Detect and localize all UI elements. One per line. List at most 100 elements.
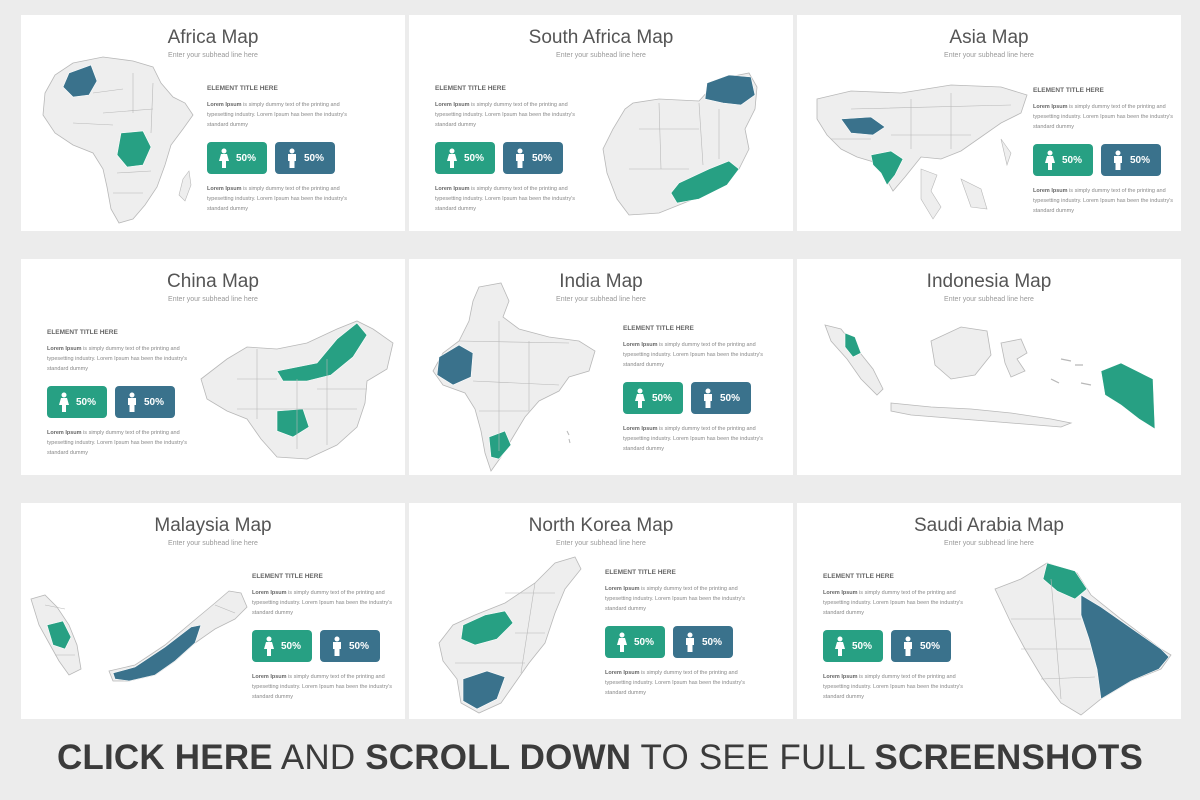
slide-subhead: Enter your subhead line here xyxy=(944,540,1034,547)
male-percent: 50% xyxy=(348,640,369,652)
banner-and: AND xyxy=(272,738,366,777)
stats-row: 50% 50% xyxy=(605,626,755,658)
female-percent: 50% xyxy=(633,636,654,648)
element-title: ELEMENT TITLE HERE xyxy=(435,85,506,92)
stats-row: 50% 50% xyxy=(47,386,197,418)
female-percent: 50% xyxy=(1061,154,1082,166)
lorem-bold: Lorem Ipsum xyxy=(435,186,470,192)
paragraph: Lorem Ipsum is simply dummy text of the … xyxy=(623,424,773,454)
male-percent: 50% xyxy=(919,640,940,652)
slide-south-africa-map[interactable]: South Africa Map Enter your subhead line… xyxy=(409,15,793,231)
paragraph: Lorem Ipsum is simply dummy text of the … xyxy=(252,672,402,702)
slide-subhead: Enter your subhead line here xyxy=(944,296,1034,303)
female-person-icon xyxy=(218,148,229,168)
slide-grid: Africa Map Enter your subhead line here … xyxy=(0,0,1200,730)
male-percent: 50% xyxy=(719,392,740,404)
slide-title: China Map xyxy=(167,271,259,292)
male-person-icon xyxy=(1113,150,1122,170)
lorem-bold: Lorem Ipsum xyxy=(252,674,287,680)
slide-subhead: Enter your subhead line here xyxy=(944,52,1034,59)
female-stat: 50% xyxy=(605,626,665,658)
indonesia-map xyxy=(824,324,1156,430)
lorem-bold: Lorem Ipsum xyxy=(623,342,658,348)
slide-africa-map[interactable]: Africa Map Enter your subhead line here … xyxy=(21,15,405,231)
slide-title: Saudi Arabia Map xyxy=(914,515,1064,536)
paragraph: Lorem Ipsum is simply dummy text of the … xyxy=(207,100,357,130)
male-person-icon xyxy=(287,148,296,168)
lorem-bold: Lorem Ipsum xyxy=(207,186,242,192)
slide-title: South Africa Map xyxy=(528,27,674,48)
male-stat: 50% xyxy=(673,626,733,658)
south-africa-map xyxy=(602,72,758,216)
lorem-bold: Lorem Ipsum xyxy=(47,430,82,436)
info-panel: ELEMENT TITLE HERE Lorem Ipsum is simply… xyxy=(1033,87,1181,216)
info-panel: ELEMENT TITLE HERE Lorem Ipsum is simply… xyxy=(47,329,197,458)
lorem-bold: Lorem Ipsum xyxy=(1033,104,1068,110)
paragraph: Lorem Ipsum is simply dummy text of the … xyxy=(823,588,973,618)
element-title: ELEMENT TITLE HERE xyxy=(47,329,118,336)
slide-title: Malaysia Map xyxy=(154,515,272,536)
lorem-bold: Lorem Ipsum xyxy=(252,590,287,596)
female-person-icon xyxy=(634,388,645,408)
stats-row: 50% 50% xyxy=(623,382,773,414)
africa-map xyxy=(42,56,194,224)
lorem-bold: Lorem Ipsum xyxy=(623,426,658,432)
paragraph: Lorem Ipsum is simply dummy text of the … xyxy=(435,184,585,214)
slide-north-korea-map[interactable]: North Korea Map Enter your subhead line … xyxy=(409,503,793,719)
asia-map xyxy=(816,84,1028,220)
info-panel: ELEMENT TITLE HERE Lorem Ipsum is simply… xyxy=(823,573,973,702)
lorem-bold: Lorem Ipsum xyxy=(435,102,470,108)
paragraph: Lorem Ipsum is simply dummy text of the … xyxy=(252,588,402,618)
female-percent: 50% xyxy=(280,640,301,652)
female-person-icon xyxy=(616,632,627,652)
slide-subhead: Enter your subhead line here xyxy=(556,540,646,547)
info-panel: ELEMENT TITLE HERE Lorem Ipsum is simply… xyxy=(207,85,357,214)
info-panel: ELEMENT TITLE HERE Lorem Ipsum is simply… xyxy=(605,569,755,698)
element-title: ELEMENT TITLE HERE xyxy=(252,573,323,580)
lorem-bold: Lorem Ipsum xyxy=(605,670,640,676)
slide-malaysia-map[interactable]: Malaysia Map Enter your subhead line her… xyxy=(21,503,405,719)
male-stat: 50% xyxy=(1101,144,1161,176)
slide-china-map[interactable]: China Map Enter your subhead line here E… xyxy=(21,259,405,475)
slide-subhead: Enter your subhead line here xyxy=(168,296,258,303)
female-person-icon xyxy=(58,392,69,412)
male-percent: 50% xyxy=(531,152,552,164)
element-title: ELEMENT TITLE HERE xyxy=(823,573,894,580)
stats-row: 50% 50% xyxy=(823,630,973,662)
stats-row: 50% 50% xyxy=(435,142,585,174)
male-person-icon xyxy=(127,392,136,412)
male-stat: 50% xyxy=(320,630,380,662)
banner-click-here: CLICK HERE xyxy=(56,738,273,777)
female-stat: 50% xyxy=(207,142,267,174)
female-percent: 50% xyxy=(463,152,484,164)
slide-subhead: Enter your subhead line here xyxy=(168,540,258,547)
slide-indonesia-map[interactable]: Indonesia Map Enter your subhead line he… xyxy=(797,259,1181,475)
element-title: ELEMENT TITLE HERE xyxy=(605,569,676,576)
slide-saudi-arabia-map[interactable]: Saudi Arabia Map Enter your subhead line… xyxy=(797,503,1181,719)
female-stat: 50% xyxy=(435,142,495,174)
female-stat: 50% xyxy=(823,630,883,662)
female-percent: 50% xyxy=(851,640,872,652)
slide-india-map[interactable]: India Map Enter your subhead line here E… xyxy=(409,259,793,475)
element-title: ELEMENT TITLE HERE xyxy=(207,85,278,92)
info-panel: ELEMENT TITLE HERE Lorem Ipsum is simply… xyxy=(435,85,585,214)
male-person-icon xyxy=(703,388,712,408)
banner-scroll-down: SCROLL DOWN xyxy=(365,738,632,777)
paragraph: Lorem Ipsum is simply dummy text of the … xyxy=(47,428,197,458)
slide-asia-map[interactable]: Asia Map Enter your subhead line here EL… xyxy=(797,15,1181,231)
male-stat: 50% xyxy=(691,382,751,414)
male-person-icon xyxy=(685,632,694,652)
paragraph: Lorem Ipsum is simply dummy text of the … xyxy=(605,668,755,698)
china-map xyxy=(200,320,394,460)
slide-title: North Korea Map xyxy=(528,515,674,536)
female-percent: 50% xyxy=(651,392,672,404)
paragraph: Lorem Ipsum is simply dummy text of the … xyxy=(47,344,197,374)
male-person-icon xyxy=(903,636,912,656)
lorem-bold: Lorem Ipsum xyxy=(207,102,242,108)
cta-banner[interactable]: CLICK HERE AND SCROLL DOWN TO SEE FULL S… xyxy=(0,738,1200,788)
male-stat: 50% xyxy=(891,630,951,662)
slide-title: Asia Map xyxy=(949,27,1029,48)
slide-title: Indonesia Map xyxy=(926,271,1052,292)
lorem-bold: Lorem Ipsum xyxy=(823,590,858,596)
slide-title: Africa Map xyxy=(167,27,259,48)
